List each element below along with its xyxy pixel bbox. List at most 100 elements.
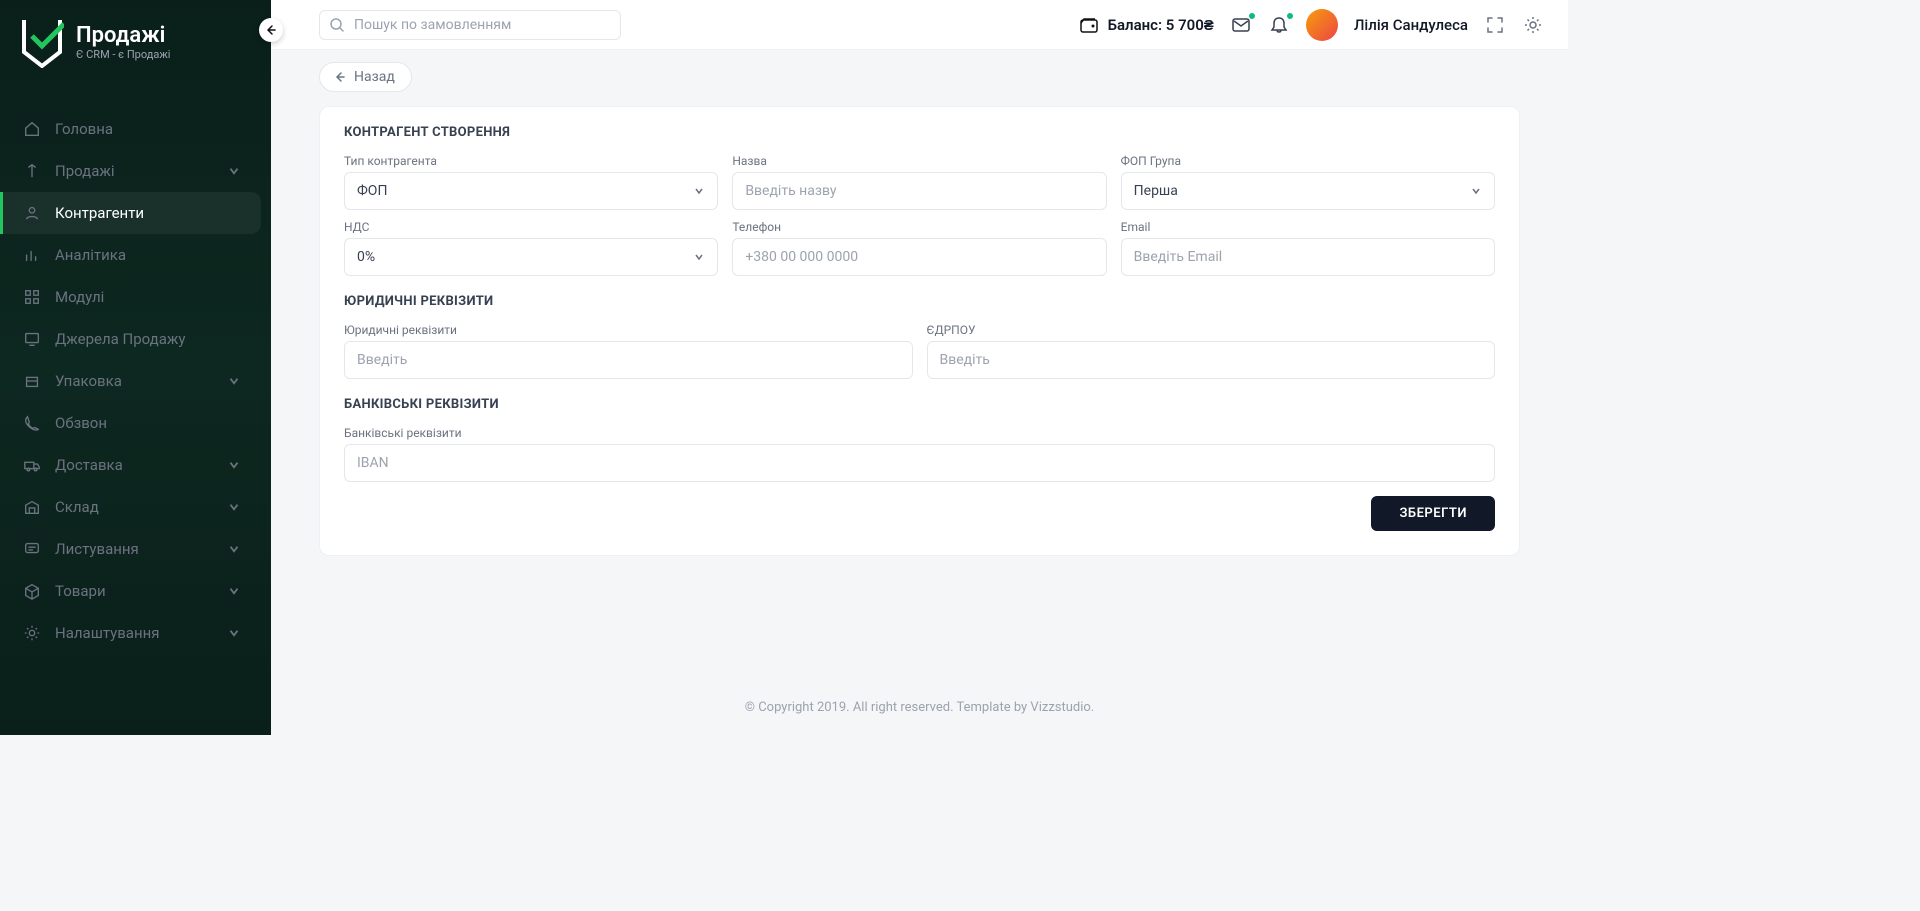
logo-icon (20, 16, 64, 68)
back-button[interactable]: Назад (319, 62, 412, 92)
email-input[interactable] (1121, 238, 1495, 276)
sidebar-item-6[interactable]: Упаковка (0, 360, 261, 402)
vat-label: НДС (344, 220, 718, 234)
bank-details-input[interactable] (344, 444, 1495, 482)
sidebar-item-12[interactable]: Налаштування (0, 612, 261, 654)
save-button[interactable]: ЗБЕРЕГТИ (1371, 496, 1495, 531)
fullscreen-icon (1485, 15, 1505, 35)
sidebar-item-3[interactable]: Аналітика (0, 234, 261, 276)
chart-icon (23, 246, 41, 264)
legal-details-input[interactable] (344, 341, 913, 379)
balance: Баланс: 5 700₴ (1078, 14, 1214, 36)
chevron-down-icon (693, 251, 705, 263)
sidebar-item-10[interactable]: Листування (0, 528, 261, 570)
sidebar-item-label: Упаковка (55, 372, 213, 390)
sidebar-item-label: Товари (55, 582, 213, 600)
vat-select[interactable]: 0% (344, 238, 718, 276)
chevron-down-icon (227, 374, 241, 388)
sidebar-item-11[interactable]: Товари (0, 570, 261, 612)
sidebar: Продажі Є CRM - є Продажі Головна Продажі… (0, 0, 271, 735)
grid-icon (23, 288, 41, 306)
sidebar-item-4[interactable]: Модулі (0, 276, 261, 318)
sidebar-item-label: Аналітика (55, 246, 241, 264)
sidebar-item-label: Листування (55, 540, 213, 558)
page-title: КОНТРАГЕНТ СТВОРЕННЯ (344, 125, 1495, 140)
messages-dot (1248, 12, 1256, 20)
email-label: Email (1121, 220, 1495, 234)
legal-details-label: Юридичні реквізити (344, 323, 913, 337)
content: Назад КОНТРАГЕНТ СТВОРЕННЯ Тип контраген… (271, 50, 1568, 735)
avatar[interactable] (1306, 9, 1338, 41)
sidebar-header: Продажі Є CRM - є Продажі (0, 0, 271, 88)
sidebar-item-label: Доставка (55, 456, 213, 474)
sidebar-item-label: Обзвон (55, 414, 241, 432)
sales-icon (23, 162, 41, 180)
chat-icon (23, 540, 41, 558)
sidebar-item-5[interactable]: Джерела Продажу (0, 318, 261, 360)
search-input[interactable] (319, 10, 621, 40)
phone-input[interactable] (732, 238, 1106, 276)
notifications-button[interactable] (1268, 14, 1290, 36)
balance-label: Баланс: 5 700₴ (1108, 16, 1214, 34)
notifications-dot (1286, 12, 1294, 20)
sidebar-item-label: Джерела Продажу (55, 330, 241, 348)
chevron-down-icon (227, 164, 241, 178)
search-wrap (319, 10, 621, 40)
sidebar-item-label: Контрагенти (55, 204, 241, 222)
gear-icon (23, 624, 41, 642)
logo-title: Продажі (76, 23, 170, 48)
chevron-down-icon (227, 542, 241, 556)
edrpou-label: ЄДРПОУ (927, 323, 1496, 337)
sidebar-item-9[interactable]: Склад (0, 486, 261, 528)
back-label: Назад (354, 69, 395, 85)
username: Лілія Сандулеса (1354, 16, 1468, 34)
user-icon (23, 204, 41, 222)
group-label: ФОП Група (1121, 154, 1495, 168)
sidebar-item-label: Модулі (55, 288, 241, 306)
chevron-down-icon (227, 626, 241, 640)
settings-button[interactable] (1522, 14, 1544, 36)
sidebar-item-1[interactable]: Продажі (0, 150, 261, 192)
vat-value: 0% (357, 249, 375, 265)
form-card: КОНТРАГЕНТ СТВОРЕННЯ Тип контрагента ФОП… (319, 106, 1520, 556)
home-icon (23, 120, 41, 138)
topbar: Баланс: 5 700₴ Лілія Сандулеса (271, 0, 1568, 50)
tv-icon (23, 330, 41, 348)
sidebar-item-label: Продажі (55, 162, 213, 180)
legal-title: ЮРИДИЧНІ РЕКВІЗИТИ (344, 294, 1495, 309)
chevron-down-icon (693, 185, 705, 197)
wallet-icon (1078, 14, 1100, 36)
sidebar-collapse-button[interactable] (259, 18, 283, 42)
edrpou-input[interactable] (927, 341, 1496, 379)
chevron-down-icon (227, 500, 241, 514)
chevron-down-icon (227, 584, 241, 598)
phone-label: Телефон (732, 220, 1106, 234)
gear-icon (1523, 15, 1543, 35)
group-select[interactable]: Перша (1121, 172, 1495, 210)
bank-title: БАНКІВСЬКІ РЕКВІЗИТИ (344, 397, 1495, 412)
messages-button[interactable] (1230, 14, 1252, 36)
sidebar-item-2[interactable]: Контрагенти (0, 192, 261, 234)
chevron-down-icon (227, 458, 241, 472)
phone-icon (23, 414, 41, 432)
bank-details-label: Банківські реквізити (344, 426, 1495, 440)
name-input[interactable] (732, 172, 1106, 210)
search-icon (329, 17, 345, 33)
sidebar-item-0[interactable]: Головна (0, 108, 261, 150)
fullscreen-button[interactable] (1484, 14, 1506, 36)
sidebar-nav: Головна Продажі Контрагенти Аналітика Модулі… (0, 88, 271, 654)
truck-icon (23, 456, 41, 474)
group-value: Перша (1134, 183, 1178, 199)
type-select[interactable]: ФОП (344, 172, 718, 210)
sidebar-item-label: Головна (55, 120, 241, 138)
type-label: Тип контрагента (344, 154, 718, 168)
sidebar-item-8[interactable]: Доставка (0, 444, 261, 486)
box-icon (23, 372, 41, 390)
logo-subtitle: Є CRM - є Продажі (76, 48, 170, 61)
sidebar-item-label: Налаштування (55, 624, 213, 642)
chevron-down-icon (1470, 185, 1482, 197)
arrow-left-icon (332, 70, 346, 84)
warehouse-icon (23, 498, 41, 516)
sidebar-item-7[interactable]: Обзвон (0, 402, 261, 444)
arrow-left-icon (265, 24, 277, 36)
